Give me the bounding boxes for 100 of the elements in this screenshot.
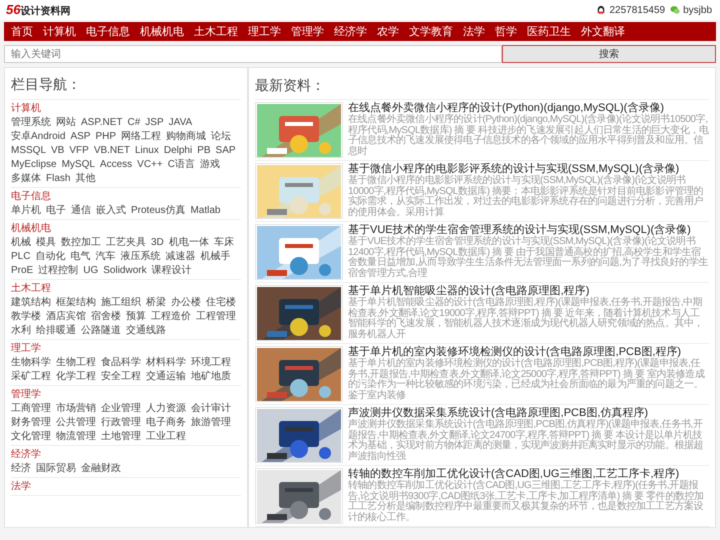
category-link[interactable]: 国际贸易 bbox=[36, 462, 76, 476]
nav-link[interactable]: 农学 bbox=[372, 24, 404, 39]
category-link[interactable]: 物流管理 bbox=[56, 430, 96, 444]
category-link[interactable]: ASP bbox=[70, 130, 90, 144]
category-link[interactable]: 文化管理 bbox=[11, 430, 51, 444]
category-link[interactable]: C语言 bbox=[168, 158, 195, 172]
category-link[interactable]: Proteus仿真 bbox=[131, 204, 186, 218]
category-link[interactable]: VB bbox=[51, 144, 64, 158]
nav-link[interactable]: 医药卫生 bbox=[522, 24, 576, 39]
category-link[interactable]: 化学工程 bbox=[56, 370, 96, 384]
category-link[interactable]: Linux bbox=[134, 144, 159, 158]
category-link[interactable]: 办公楼 bbox=[171, 296, 201, 310]
nav-link[interactable]: 计算机 bbox=[38, 24, 81, 39]
category-link[interactable]: 模具 bbox=[36, 236, 56, 250]
nav-link[interactable]: 机械机电 bbox=[135, 24, 189, 39]
category-heading[interactable]: 管理学 bbox=[11, 388, 241, 402]
category-link[interactable]: 桥梁 bbox=[146, 296, 166, 310]
category-link[interactable]: 材料科学 bbox=[146, 356, 186, 370]
category-link[interactable]: 3D bbox=[151, 236, 164, 250]
category-link[interactable]: VB.NET bbox=[94, 144, 130, 158]
category-heading[interactable]: 电子信息 bbox=[11, 190, 241, 204]
category-link[interactable]: 安全工程 bbox=[101, 370, 141, 384]
search-field[interactable]: 输入关键词 bbox=[4, 45, 502, 63]
category-link[interactable]: Flash bbox=[46, 172, 70, 186]
category-link[interactable]: JSP bbox=[145, 116, 164, 130]
nav-link[interactable]: 首页 bbox=[6, 24, 38, 39]
nav-link[interactable]: 哲学 bbox=[490, 24, 522, 39]
category-link[interactable]: 网络工程 bbox=[121, 130, 162, 144]
category-link[interactable]: 过程控制 bbox=[38, 264, 78, 278]
category-link[interactable]: 游戏 bbox=[200, 158, 220, 172]
site-logo[interactable]: 56设计资料网 bbox=[6, 2, 70, 18]
category-link[interactable]: MyEclipse bbox=[11, 158, 57, 172]
category-link[interactable]: 工商管理 bbox=[11, 402, 51, 416]
category-link[interactable]: JAVA bbox=[168, 116, 192, 130]
category-link[interactable]: 给排暖通 bbox=[36, 324, 76, 338]
category-link[interactable]: 框架结构 bbox=[56, 296, 96, 310]
category-link[interactable]: 环境工程 bbox=[191, 356, 231, 370]
category-link[interactable]: 工程造价 bbox=[151, 310, 191, 324]
category-heading[interactable]: 经济学 bbox=[11, 448, 241, 462]
category-heading[interactable]: 法学 bbox=[11, 480, 241, 494]
nav-link[interactable]: 土木工程 bbox=[189, 24, 243, 39]
article-title[interactable]: 基于单片机智能吸尘器的设计(含电路原理图,程序) bbox=[348, 285, 709, 297]
category-link[interactable]: 公共管理 bbox=[56, 416, 96, 430]
category-link[interactable]: 行政管理 bbox=[101, 416, 141, 430]
category-link[interactable]: 安卓Android bbox=[11, 130, 66, 144]
category-link[interactable]: 建筑结构 bbox=[11, 296, 51, 310]
category-link[interactable]: ProE bbox=[11, 264, 34, 278]
category-link[interactable]: 工程管理 bbox=[196, 310, 236, 324]
category-link[interactable]: 宿舍楼 bbox=[91, 310, 121, 324]
category-link[interactable]: 企业管理 bbox=[101, 402, 141, 416]
category-link[interactable]: 交通线路 bbox=[126, 324, 166, 338]
category-link[interactable]: 金融财政 bbox=[81, 462, 121, 476]
category-link[interactable]: 生物工程 bbox=[56, 356, 96, 370]
category-link[interactable]: 通信 bbox=[71, 204, 91, 218]
category-link[interactable]: 工艺夹具 bbox=[106, 236, 146, 250]
category-link[interactable]: 地矿地质 bbox=[191, 370, 231, 384]
category-link[interactable]: 酒店宾馆 bbox=[46, 310, 86, 324]
category-link[interactable]: PHP bbox=[95, 130, 116, 144]
nav-link[interactable]: 法学 bbox=[458, 24, 490, 39]
article-title[interactable]: 在线点餐外卖微信小程序的设计(Python)(django,MySQL)(含录像) bbox=[348, 102, 709, 114]
category-link[interactable]: 会计审计 bbox=[191, 402, 231, 416]
category-link[interactable]: 旅游管理 bbox=[191, 416, 231, 430]
category-link[interactable]: 食品科学 bbox=[101, 356, 141, 370]
article-title[interactable]: 声波测井仪数据采集系统设计(含电路原理图,PCB图,仿真程序) bbox=[348, 407, 709, 419]
category-link[interactable]: VFP bbox=[69, 144, 89, 158]
category-link[interactable]: 交通运输 bbox=[146, 370, 186, 384]
category-heading[interactable]: 土木工程 bbox=[11, 282, 241, 296]
category-link[interactable]: 预算 bbox=[126, 310, 146, 324]
category-link[interactable]: 经济 bbox=[11, 462, 31, 476]
category-link[interactable]: 管理系统 bbox=[11, 116, 51, 130]
category-link[interactable]: 住宅楼 bbox=[206, 296, 236, 310]
category-link[interactable]: 车床 bbox=[214, 236, 234, 250]
category-link[interactable]: UG bbox=[83, 264, 98, 278]
category-link[interactable]: 多媒体 bbox=[11, 172, 41, 186]
category-link[interactable]: 电气 bbox=[70, 250, 90, 264]
category-link[interactable]: 公路隧道 bbox=[81, 324, 121, 338]
category-link[interactable]: 自动化 bbox=[35, 250, 66, 264]
category-link[interactable]: MSSQL bbox=[11, 144, 46, 158]
category-link[interactable]: PB bbox=[197, 144, 211, 158]
category-link[interactable]: 电子 bbox=[46, 204, 66, 218]
category-link[interactable]: 人力资源 bbox=[146, 402, 186, 416]
category-link[interactable]: 减速器 bbox=[165, 250, 196, 264]
category-link[interactable]: 采矿工程 bbox=[11, 370, 51, 384]
category-link[interactable]: Matlab bbox=[190, 204, 220, 218]
category-link[interactable]: 单片机 bbox=[11, 204, 41, 218]
article-title[interactable]: 基于VUE技术的学生宿舍管理系统的设计与实现(SSM,MySQL)(含录像) bbox=[348, 224, 709, 236]
category-link[interactable]: 工业工程 bbox=[146, 430, 186, 444]
category-link[interactable]: ASP.NET bbox=[81, 116, 122, 130]
category-link[interactable]: 财务管理 bbox=[11, 416, 51, 430]
article-title[interactable]: 基于微信小程序的电影影评系统的设计与实现(SSM,MySQL)(含录像) bbox=[348, 163, 709, 175]
category-link[interactable]: 其他 bbox=[75, 172, 96, 186]
search-button[interactable]: 搜索 bbox=[502, 45, 716, 63]
category-link[interactable]: 网站 bbox=[56, 116, 76, 130]
category-link[interactable]: 机械手 bbox=[200, 250, 230, 264]
category-heading[interactable]: 理工学 bbox=[11, 342, 241, 356]
nav-link[interactable]: 经济学 bbox=[329, 24, 372, 39]
category-link[interactable]: 教学楼 bbox=[11, 310, 41, 324]
nav-link[interactable]: 管理学 bbox=[286, 24, 329, 39]
nav-link[interactable]: 外文翻译 bbox=[576, 24, 630, 39]
category-link[interactable]: 课程设计 bbox=[152, 264, 192, 278]
